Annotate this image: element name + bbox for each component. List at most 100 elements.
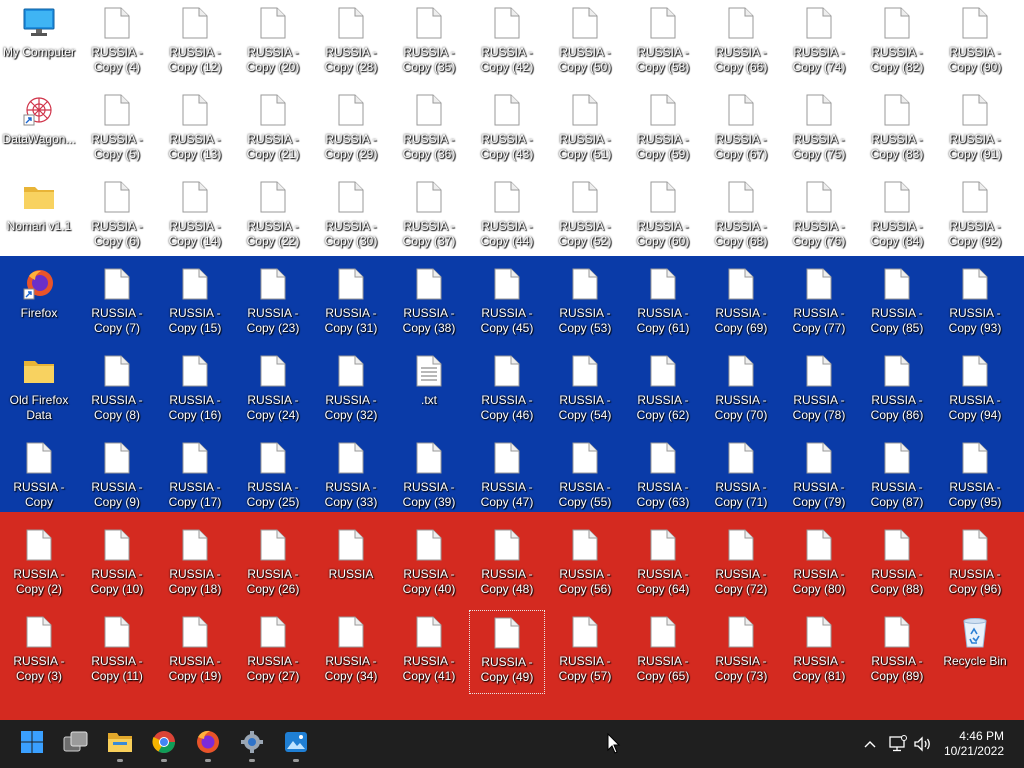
desktop-icon[interactable]: RUSSIA - Copy (65)	[625, 610, 701, 694]
desktop-icon[interactable]: Old Firefox Data	[1, 349, 77, 433]
desktop-icon[interactable]: RUSSIA - Copy (29)	[313, 88, 389, 172]
desktop-icon[interactable]: RUSSIA - Copy (95)	[937, 436, 1013, 520]
desktop-icon[interactable]: RUSSIA - Copy (34)	[313, 610, 389, 694]
desktop-icon[interactable]: RUSSIA - Copy (63)	[625, 436, 701, 520]
firefox-button[interactable]	[188, 724, 228, 764]
desktop-icon[interactable]: RUSSIA - Copy (30)	[313, 175, 389, 259]
desktop-icon[interactable]: RUSSIA - Copy (11)	[79, 610, 155, 694]
desktop-icon[interactable]: RUSSIA - Copy (41)	[391, 610, 467, 694]
desktop-icon[interactable]: RUSSIA - Copy (89)	[859, 610, 935, 694]
desktop-icon[interactable]: RUSSIA - Copy (60)	[625, 175, 701, 259]
desktop-icon[interactable]: RUSSIA - Copy (84)	[859, 175, 935, 259]
desktop-icon[interactable]: RUSSIA - Copy (56)	[547, 523, 623, 607]
desktop-icon[interactable]: RUSSIA - Copy (68)	[703, 175, 779, 259]
desktop-icon[interactable]: RUSSIA - Copy (72)	[703, 523, 779, 607]
desktop-icon[interactable]: RUSSIA - Copy (28)	[313, 1, 389, 85]
desktop-icon[interactable]: RUSSIA - Copy (76)	[781, 175, 857, 259]
desktop-icon[interactable]: RUSSIA - Copy (33)	[313, 436, 389, 520]
desktop-icon[interactable]: RUSSIA - Copy (10)	[79, 523, 155, 607]
network-icon[interactable]	[888, 734, 908, 754]
photos-button[interactable]	[276, 724, 316, 764]
desktop-icon[interactable]: RUSSIA - Copy (45)	[469, 262, 545, 346]
desktop-icon[interactable]: RUSSIA	[313, 523, 389, 607]
desktop-icon[interactable]: RUSSIA - Copy (37)	[391, 175, 467, 259]
desktop-icon[interactable]: RUSSIA - Copy (17)	[157, 436, 233, 520]
desktop-icon[interactable]: RUSSIA - Copy (46)	[469, 349, 545, 433]
desktop-icon[interactable]: RUSSIA - Copy (93)	[937, 262, 1013, 346]
desktop-icon[interactable]: RUSSIA - Copy (31)	[313, 262, 389, 346]
desktop-icon[interactable]: RUSSIA - Copy (38)	[391, 262, 467, 346]
desktop-icon[interactable]: RUSSIA - Copy (96)	[937, 523, 1013, 607]
desktop-icon[interactable]: RUSSIA - Copy (74)	[781, 1, 857, 85]
desktop-icon[interactable]: RUSSIA - Copy (25)	[235, 436, 311, 520]
desktop-icon[interactable]: RUSSIA - Copy (18)	[157, 523, 233, 607]
desktop-icon[interactable]: RUSSIA - Copy (57)	[547, 610, 623, 694]
desktop-icon[interactable]: RUSSIA - Copy (80)	[781, 523, 857, 607]
desktop-icon[interactable]: RUSSIA - Copy (49)	[469, 610, 545, 694]
desktop-icon[interactable]: RUSSIA - Copy (21)	[235, 88, 311, 172]
desktop-icon[interactable]: RUSSIA - Copy (40)	[391, 523, 467, 607]
desktop-icon[interactable]: RUSSIA - Copy (52)	[547, 175, 623, 259]
desktop-icon[interactable]: RUSSIA - Copy (8)	[79, 349, 155, 433]
desktop-icon[interactable]: RUSSIA - Copy (79)	[781, 436, 857, 520]
desktop-icon[interactable]: RUSSIA - Copy (85)	[859, 262, 935, 346]
desktop-icon[interactable]: RUSSIA - Copy (42)	[469, 1, 545, 85]
desktop-icon[interactable]: RUSSIA - Copy (35)	[391, 1, 467, 85]
desktop-icon[interactable]: RUSSIA - Copy (14)	[157, 175, 233, 259]
desktop-icon[interactable]: RUSSIA - Copy	[1, 436, 77, 520]
desktop-icon[interactable]: RUSSIA - Copy (39)	[391, 436, 467, 520]
desktop-icon[interactable]: RUSSIA - Copy (66)	[703, 1, 779, 85]
desktop-icon[interactable]: RUSSIA - Copy (88)	[859, 523, 935, 607]
desktop-icon[interactable]: RUSSIA - Copy (20)	[235, 1, 311, 85]
desktop-icon[interactable]: RUSSIA - Copy (2)	[1, 523, 77, 607]
desktop-icon[interactable]: RUSSIA - Copy (9)	[79, 436, 155, 520]
desktop-icon[interactable]: RUSSIA - Copy (64)	[625, 523, 701, 607]
desktop-icon[interactable]: RUSSIA - Copy (81)	[781, 610, 857, 694]
desktop-icon[interactable]: RUSSIA - Copy (6)	[79, 175, 155, 259]
chevron-up-icon[interactable]	[860, 734, 880, 754]
desktop-icon[interactable]: RUSSIA - Copy (94)	[937, 349, 1013, 433]
desktop-icon[interactable]: Firefox	[1, 262, 77, 346]
desktop-icon[interactable]: Recycle Bin	[937, 610, 1013, 694]
desktop-icon[interactable]: .txt	[391, 349, 467, 433]
system-clock[interactable]: 4:46 PM 10/21/2022	[944, 729, 1004, 759]
desktop-icon[interactable]: RUSSIA - Copy (32)	[313, 349, 389, 433]
desktop-icon[interactable]: DataWagon...	[1, 88, 77, 172]
start-button[interactable]	[12, 724, 52, 764]
desktop-icon[interactable]: RUSSIA - Copy (15)	[157, 262, 233, 346]
desktop-icon[interactable]: RUSSIA - Copy (13)	[157, 88, 233, 172]
desktop-icon[interactable]: RUSSIA - Copy (22)	[235, 175, 311, 259]
desktop-icon[interactable]: RUSSIA - Copy (82)	[859, 1, 935, 85]
desktop-icon[interactable]: RUSSIA - Copy (78)	[781, 349, 857, 433]
task-view-button[interactable]	[56, 724, 96, 764]
desktop-icon[interactable]: RUSSIA - Copy (5)	[79, 88, 155, 172]
desktop-icon[interactable]: RUSSIA - Copy (26)	[235, 523, 311, 607]
desktop-icon[interactable]: RUSSIA - Copy (23)	[235, 262, 311, 346]
desktop-icon[interactable]: RUSSIA - Copy (19)	[157, 610, 233, 694]
desktop-icon[interactable]: RUSSIA - Copy (67)	[703, 88, 779, 172]
desktop-icon[interactable]: RUSSIA - Copy (27)	[235, 610, 311, 694]
desktop-icon[interactable]: RUSSIA - Copy (48)	[469, 523, 545, 607]
desktop-icon[interactable]: RUSSIA - Copy (83)	[859, 88, 935, 172]
desktop-icon[interactable]: RUSSIA - Copy (4)	[79, 1, 155, 85]
desktop-icon[interactable]: RUSSIA - Copy (92)	[937, 175, 1013, 259]
desktop-icon[interactable]: RUSSIA - Copy (7)	[79, 262, 155, 346]
desktop-icon[interactable]: RUSSIA - Copy (53)	[547, 262, 623, 346]
chrome-button[interactable]	[144, 724, 184, 764]
desktop-icon[interactable]: RUSSIA - Copy (91)	[937, 88, 1013, 172]
desktop-icon[interactable]: RUSSIA - Copy (44)	[469, 175, 545, 259]
desktop-icon[interactable]: RUSSIA - Copy (3)	[1, 610, 77, 694]
desktop-icon[interactable]: RUSSIA - Copy (90)	[937, 1, 1013, 85]
desktop-icon[interactable]: RUSSIA - Copy (55)	[547, 436, 623, 520]
desktop-icon[interactable]: RUSSIA - Copy (12)	[157, 1, 233, 85]
volume-icon[interactable]	[913, 734, 933, 754]
desktop-icon[interactable]: RUSSIA - Copy (36)	[391, 88, 467, 172]
desktop-icon[interactable]: RUSSIA - Copy (59)	[625, 88, 701, 172]
desktop-icon[interactable]: RUSSIA - Copy (16)	[157, 349, 233, 433]
desktop-icon[interactable]: RUSSIA - Copy (87)	[859, 436, 935, 520]
desktop-icon[interactable]: RUSSIA - Copy (50)	[547, 1, 623, 85]
desktop-icon[interactable]: RUSSIA - Copy (77)	[781, 262, 857, 346]
desktop-icon[interactable]: RUSSIA - Copy (43)	[469, 88, 545, 172]
desktop-icon[interactable]: RUSSIA - Copy (71)	[703, 436, 779, 520]
desktop-icon[interactable]: RUSSIA - Copy (75)	[781, 88, 857, 172]
